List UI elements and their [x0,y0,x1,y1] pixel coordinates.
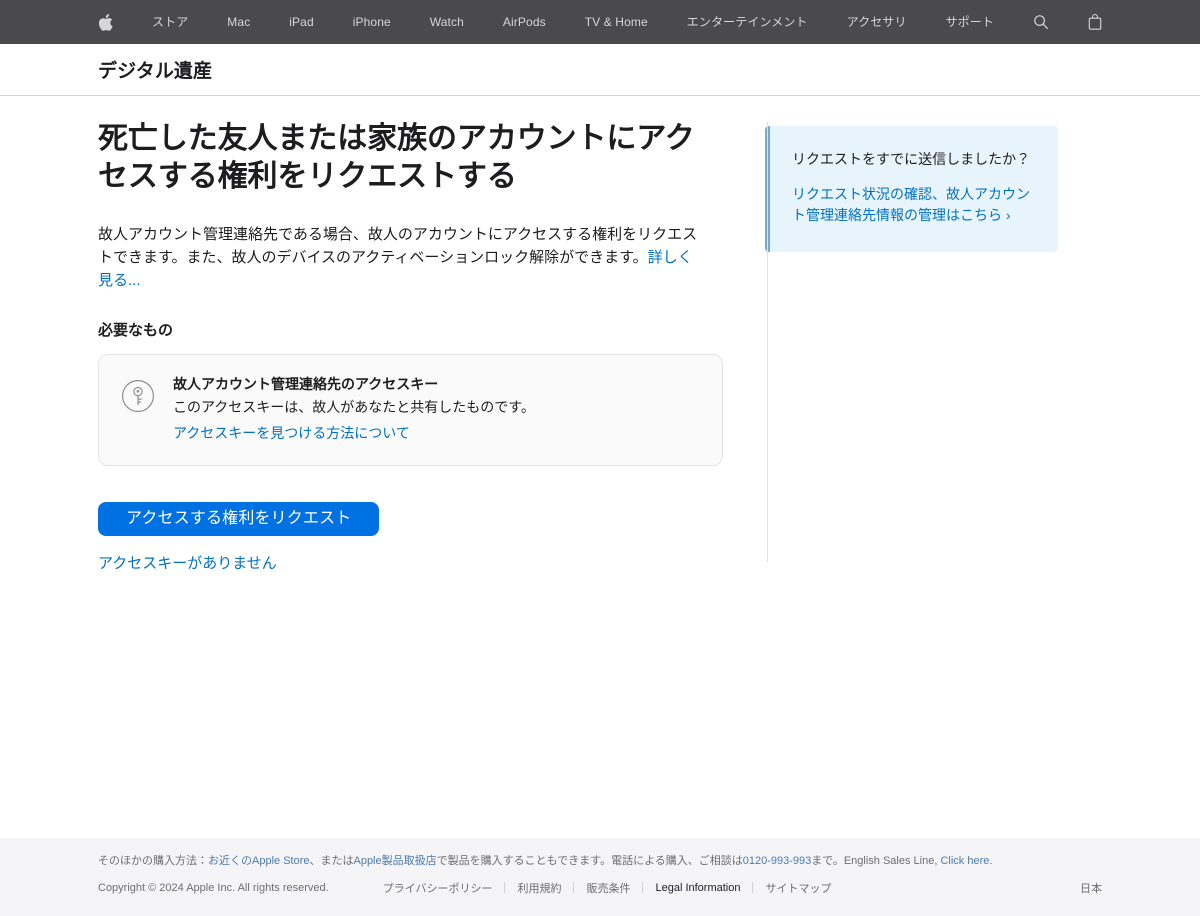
requirement-card-body: 故人アカウント管理連絡先のアクセスキー このアクセスキーは、故人があなたと共有し… [173,375,700,444]
nav-item-support[interactable]: サポート [946,0,994,44]
nav-item-entertainment[interactable]: エンターテインメント [687,0,808,44]
nav-item-mac[interactable]: Mac [227,0,250,44]
footer-link-item: プライバシーポリシー [383,880,493,896]
footer-link-sales-policy[interactable]: 販売条件 [586,880,630,896]
manage-request-link[interactable]: リクエスト状況の確認、故人アカウント管理連絡先情報の管理はこちら › [792,186,1030,223]
sosumi-part4: まで。English Sales Line, [811,855,941,867]
request-status-callout: リクエストをすでに送信しましたか？ リクエスト状況の確認、故人アカウント管理連絡… [765,126,1058,252]
sosumi-part1: そのほかの購入方法： [98,855,208,867]
intro-paragraph: 故人アカウント管理連絡先である場合、故人のアカウントにアクセスする権利をリクエス… [98,223,703,293]
click-here-link[interactable]: Click here [940,855,989,867]
global-navigation: ストア Mac iPad iPhone Watch AirPods TV & H… [0,0,1200,44]
sosumi-part5: . [989,855,993,867]
find-access-key-link[interactable]: アクセスキーを見つける方法について [173,423,410,443]
page-footer: そのほかの購入方法：お近くのApple Store、またはApple製品取扱店で… [0,838,1200,916]
footer-locale-selector[interactable]: 日本 [1080,880,1102,896]
search-icon[interactable] [1033,0,1049,44]
nav-item-store[interactable]: ストア [152,0,188,44]
key-circle-icon [121,379,155,413]
footer-sosumi: そのほかの購入方法：お近くのApple Store、またはApple製品取扱店で… [98,853,1088,870]
apple-reseller-link[interactable]: Apple製品取扱店 [353,855,436,867]
intro-text: 故人アカウント管理連絡先である場合、故人のアカウントにアクセスする権利をリクエス… [98,225,698,267]
footer-bottom-bar: Copyright © 2024 Apple Inc. All rights r… [98,878,1102,896]
nav-item-accessories[interactable]: アクセサリ [847,0,907,44]
requirements-subheading: 必要なもの [98,321,174,339]
footer-link-sitemap[interactable]: サイトマップ [765,880,831,896]
phone-number-link[interactable]: 0120-993-993 [743,855,812,867]
nav-item-ipad[interactable]: iPad [289,0,314,44]
page-title: デジタル遺産 [98,61,213,82]
no-access-key-link[interactable]: アクセスキーがありません [98,552,703,573]
column-divider [767,122,768,562]
nav-item-iphone[interactable]: iPhone [353,0,391,44]
page-content: 死亡した友人または家族のアカウントにアクセスする権利をリクエストする 故人アカウ… [0,96,1200,573]
apple-logo-icon[interactable] [98,0,113,44]
footer-link-privacy[interactable]: プライバシーポリシー [383,880,493,896]
nav-item-tv-home[interactable]: TV & Home [585,0,648,44]
callout-title: リクエストをすでに送信しましたか？ [792,151,1031,167]
sosumi-part2: 、または [309,855,354,867]
footer-link-item: サイトマップ [740,880,831,896]
footer-link-legal-information[interactable]: Legal Information [655,882,740,894]
requirement-title: 故人アカウント管理連絡先のアクセスキー [173,375,439,392]
footer-links-list: プライバシーポリシー 利用規約 販売条件 Legal Information サ… [383,880,832,896]
main-headline: 死亡した友人または家族のアカウントにアクセスする権利をリクエストする [98,122,695,194]
footer-link-item: 販売条件 [561,880,630,896]
nav-item-watch[interactable]: Watch [430,0,464,44]
sidebar-column: リクエストをすでに送信しましたか？ リクエスト状況の確認、故人アカウント管理連絡… [723,96,1058,573]
main-column: 死亡した友人または家族のアカウントにアクセスする権利をリクエストする 故人アカウ… [98,96,723,573]
sosumi-part3: で製品を購入することもできます。電話による購入、ご相談は [436,855,743,867]
footer-link-item: 利用規約 [492,880,561,896]
local-navigation: デジタル遺産 [0,44,1200,96]
request-access-button[interactable]: アクセスする権利をリクエスト [98,502,380,537]
footer-link-item: Legal Information [630,882,740,894]
requirement-card: 故人アカウント管理連絡先のアクセスキー このアクセスキーは、故人があなたと共有し… [98,353,723,467]
footer-link-terms[interactable]: 利用規約 [517,880,561,896]
nav-item-airpods[interactable]: AirPods [503,0,546,44]
footer-copyright: Copyright © 2024 Apple Inc. All rights r… [98,881,329,894]
apple-store-link[interactable]: お近くのApple Store [208,855,309,867]
shopping-bag-icon[interactable] [1088,0,1102,44]
requirement-description: このアクセスキーは、故人があなたと共有したものです。 [173,399,535,416]
global-nav-list: ストア Mac iPad iPhone Watch AirPods TV & H… [98,0,1102,44]
